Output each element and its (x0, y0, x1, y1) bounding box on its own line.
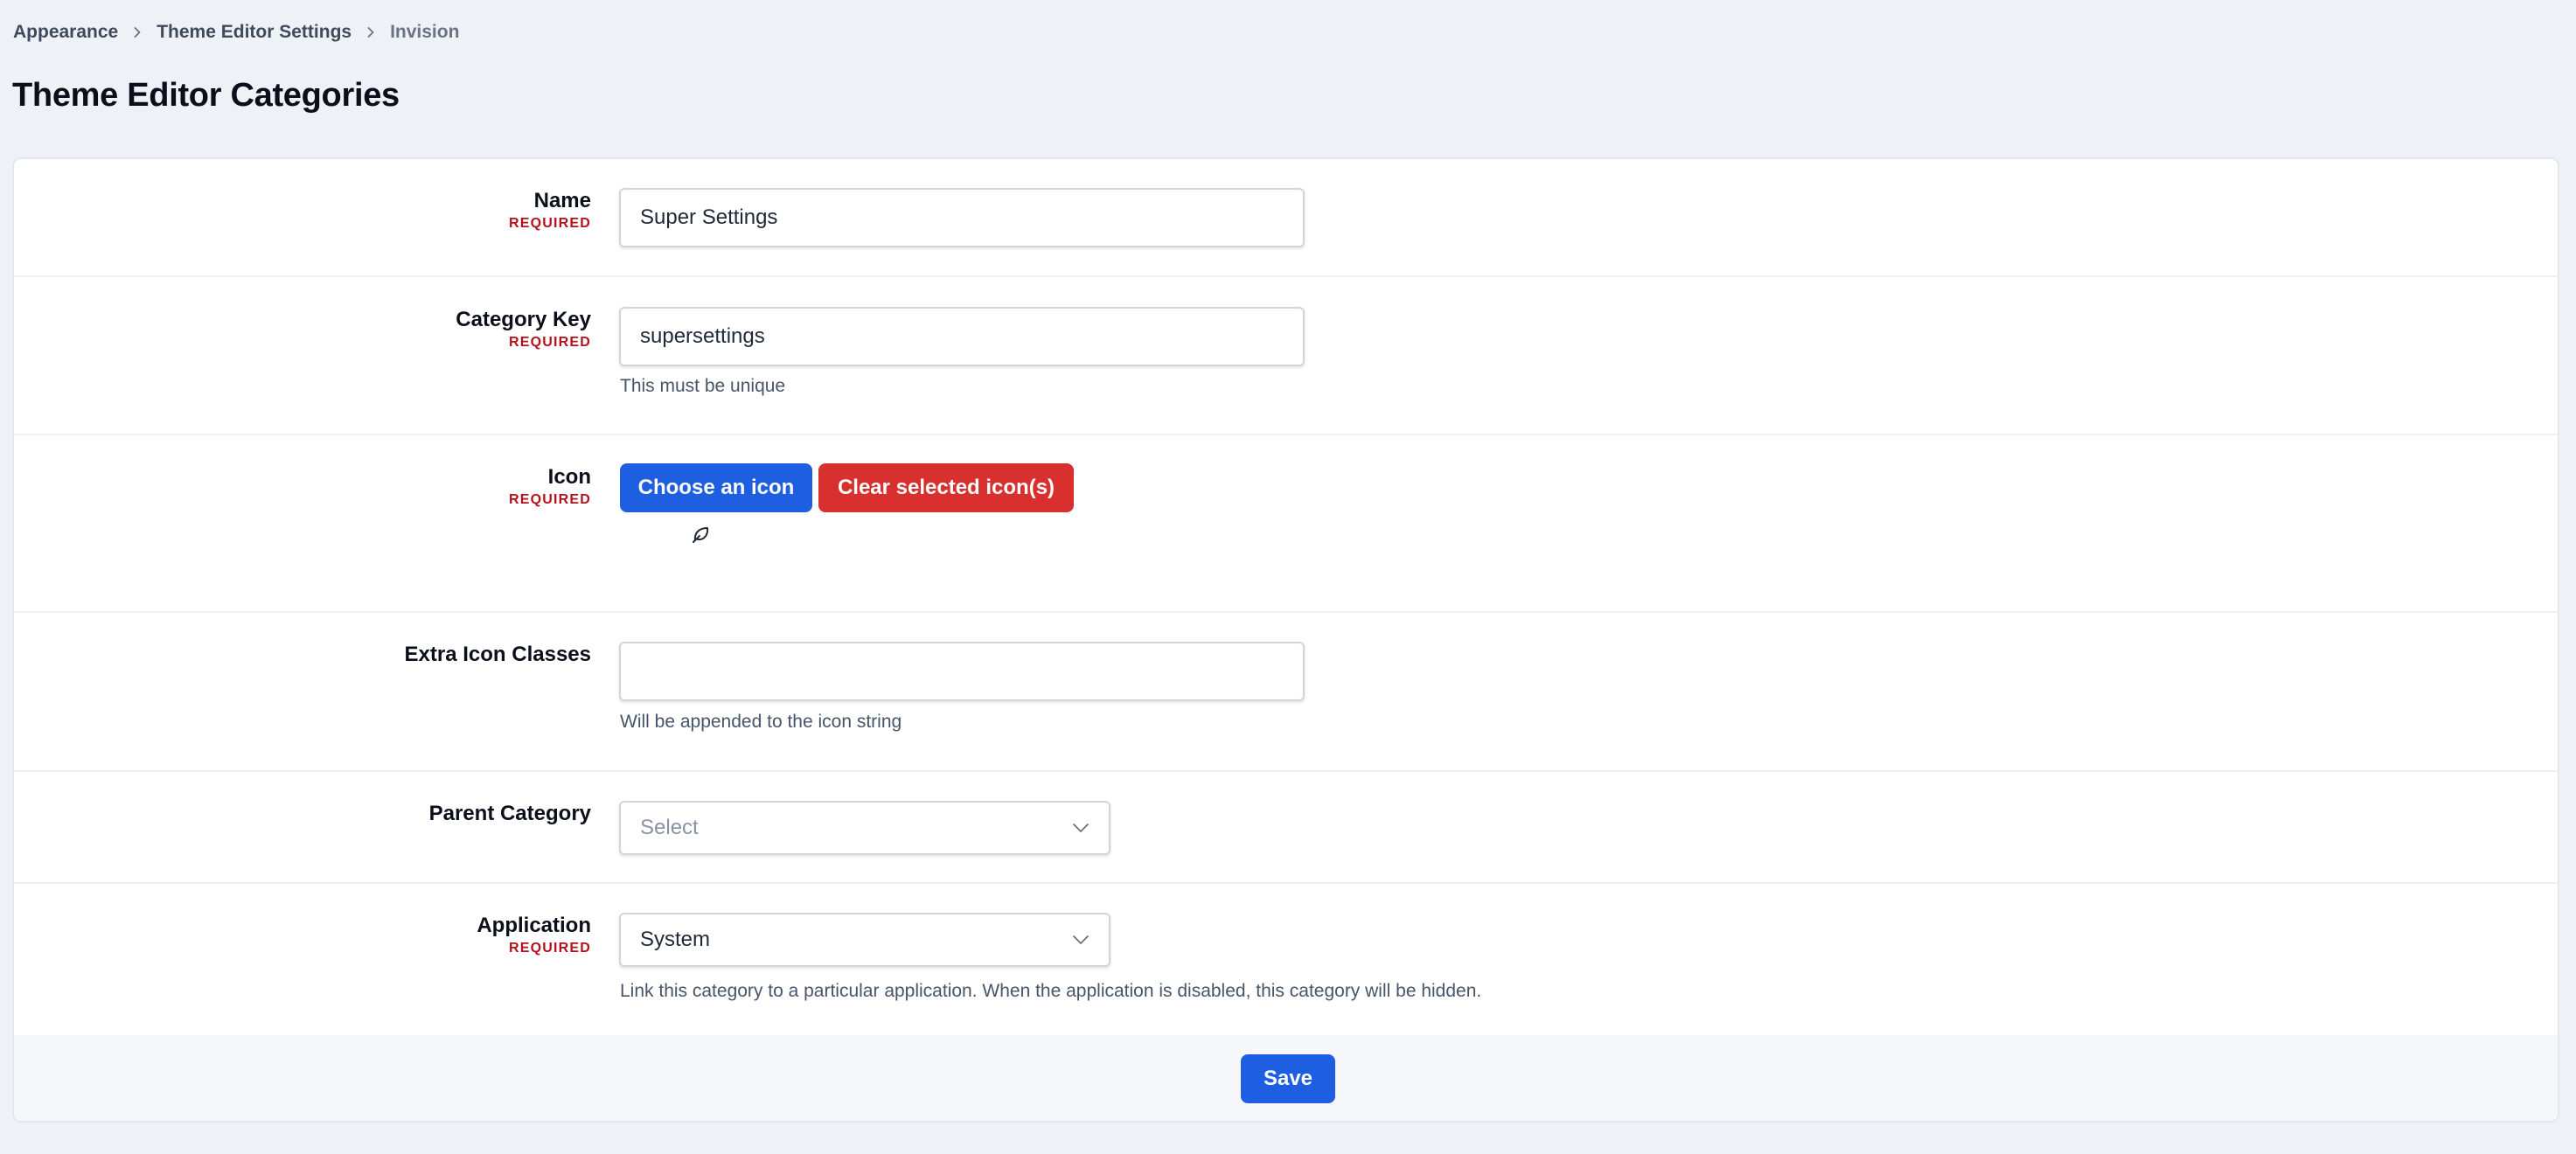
icon-label-group: Icon REQUIRED (509, 465, 591, 509)
parent-category-label: Parent Category (428, 802, 591, 825)
required-badge: REQUIRED (508, 492, 591, 507)
extra-icon-classes-label-group: Extra Icon Classes (405, 643, 591, 667)
category-key-label-group: Category Key REQUIRED (456, 308, 591, 351)
extra-icon-classes-input[interactable] (619, 642, 1305, 701)
application-label-group: Application REQUIRED (477, 914, 591, 957)
parent-category-placeholder: Select (640, 816, 699, 839)
leaf-icon (690, 523, 713, 546)
name-row: Name REQUIRED (14, 159, 2558, 277)
chevron-down-icon (1070, 929, 1091, 950)
application-select[interactable]: System (619, 913, 1110, 967)
breadcrumb-theme-editor-settings[interactable]: Theme Editor Settings (157, 22, 352, 43)
choose-icon-button[interactable]: Choose an icon (620, 463, 812, 512)
save-button[interactable]: Save (1241, 1054, 1335, 1103)
category-key-hint: This must be unique (620, 376, 786, 396)
category-key-input[interactable] (619, 307, 1305, 366)
breadcrumb-current: Invision (390, 22, 460, 42)
parent-category-label-group: Parent Category (429, 802, 591, 826)
extra-icon-classes-row: Extra Icon Classes Will be appended to t… (14, 613, 2558, 772)
required-badge: REQUIRED (508, 216, 591, 231)
form-panel: Name REQUIRED Category Key REQUIRED This… (12, 157, 2559, 1123)
form-footer: Save (14, 1035, 2558, 1121)
clear-icon-button[interactable]: Clear selected icon(s) (818, 463, 1074, 512)
icon-row: Icon REQUIRED Choose an icon Clear selec… (14, 435, 2558, 613)
icon-label: Icon (547, 465, 591, 489)
chevron-right-icon (352, 26, 390, 38)
category-key-label: Category Key (456, 308, 591, 331)
name-label: Name (533, 189, 591, 212)
application-label: Application (477, 914, 591, 937)
parent-category-row: Parent Category Select (14, 772, 2558, 884)
required-badge: REQUIRED (508, 335, 591, 350)
extra-icon-classes-hint: Will be appended to the icon string (620, 712, 902, 732)
name-input[interactable] (619, 188, 1305, 247)
page-title: Theme Editor Categories (12, 77, 400, 114)
breadcrumb: Appearance Theme Editor Settings Invisio… (13, 19, 459, 45)
application-hint: Link this category to a particular appli… (620, 981, 1482, 1001)
breadcrumb-appearance[interactable]: Appearance (13, 22, 118, 43)
extra-icon-classes-label: Extra Icon Classes (404, 643, 591, 666)
application-value: System (640, 928, 711, 951)
chevron-right-icon (118, 26, 157, 38)
name-label-group: Name REQUIRED (509, 189, 591, 233)
category-key-row: Category Key REQUIRED This must be uniqu… (14, 277, 2558, 435)
application-row: Application REQUIRED System Link this ca… (14, 884, 2558, 1035)
parent-category-select[interactable]: Select (619, 801, 1110, 855)
required-badge: REQUIRED (508, 941, 591, 956)
chevron-down-icon (1070, 817, 1091, 838)
